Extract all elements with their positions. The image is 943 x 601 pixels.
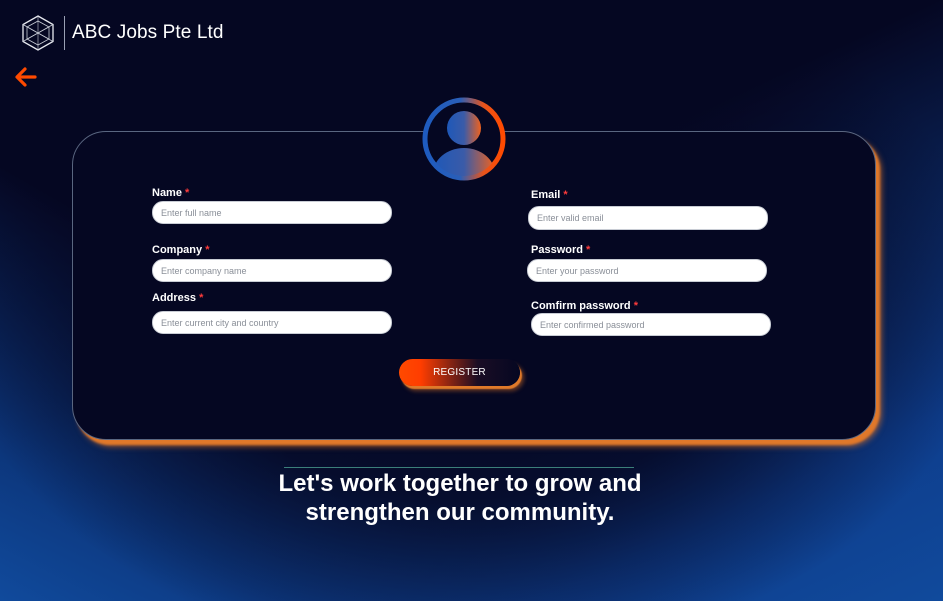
company-input[interactable] (152, 259, 392, 282)
logo-icon (22, 15, 54, 51)
header: ABC Jobs Pte Ltd (20, 15, 224, 51)
company-name: ABC Jobs Pte Ltd (72, 22, 224, 43)
name-label: Name * (152, 187, 190, 199)
password-input[interactable] (527, 259, 767, 282)
email-input[interactable] (528, 206, 768, 230)
user-avatar-icon (422, 97, 506, 181)
tagline-divider (284, 467, 634, 468)
back-arrow-icon[interactable] (14, 66, 38, 88)
header-divider (64, 16, 65, 50)
company-label: Company * (152, 244, 210, 256)
password-label: Password * (531, 244, 591, 256)
address-input[interactable] (152, 311, 392, 334)
confirm-password-input[interactable] (531, 313, 771, 336)
confirm-password-label: Comfirm password * (531, 300, 638, 312)
tagline: Let's work together to grow and strength… (278, 470, 642, 526)
address-label: Address * (152, 292, 204, 304)
register-button[interactable]: REGISTER (399, 359, 520, 386)
name-input[interactable] (152, 201, 392, 224)
email-label: Email * (531, 189, 568, 201)
